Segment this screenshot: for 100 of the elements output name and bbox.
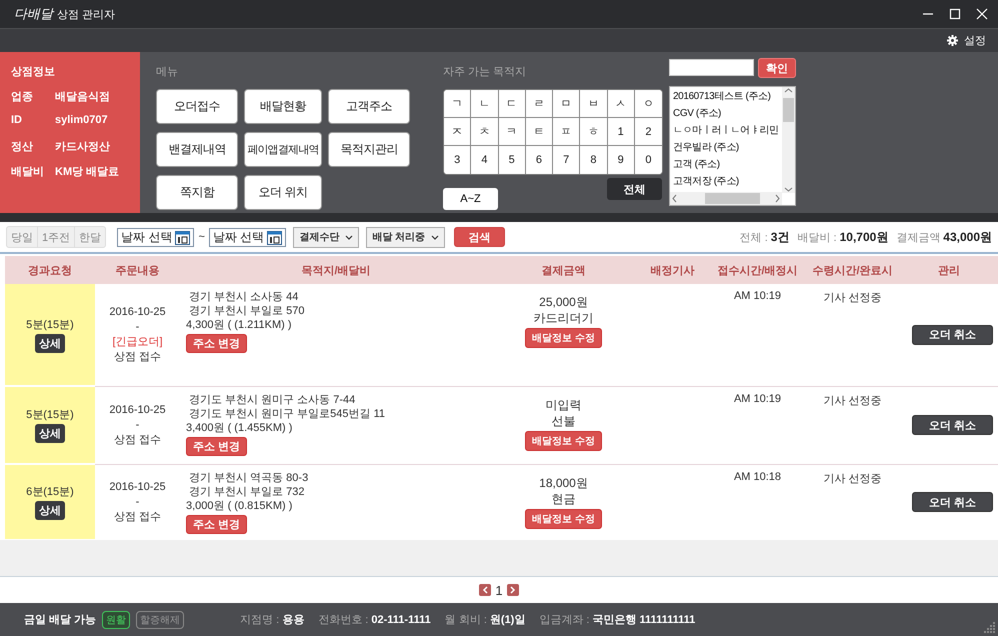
change-address-button[interactable]: 주소 변경 (186, 436, 248, 456)
menu-button[interactable]: 배달현황 (244, 89, 322, 124)
address-text: 경기 부천시 부일로 570 (189, 305, 305, 317)
status-badge[interactable]: 원활 (102, 610, 130, 628)
confirm-button[interactable]: 확인 (758, 58, 796, 78)
menu-button[interactable]: 밴결제내역 (156, 132, 238, 167)
urgent-tag: [긴급오더] (95, 334, 180, 350)
info-label: 전화번호 : (318, 614, 368, 626)
column-header: 목적지/배달비 (301, 264, 371, 276)
column-header: 배정기사 (650, 264, 694, 276)
list-item[interactable]: ㄴㅇ마ㅣ러ㅣㄴ어ㅑ리민 (673, 122, 779, 139)
edit-delivery-button[interactable]: 배달정보 수정 (525, 430, 602, 450)
order-source: 상점 접수 (112, 350, 162, 365)
chevron-right-icon (510, 586, 516, 594)
search-field[interactable] (669, 59, 754, 76)
caret-icon (431, 234, 440, 240)
amount-text: 25,000원 (539, 295, 588, 309)
app-logo: 다배달 (14, 6, 53, 23)
cancel-order-button[interactable]: 오더 취소 (912, 415, 993, 435)
range-separator: ~ (198, 231, 205, 243)
menu-button[interactable]: 목적지관리 (328, 132, 410, 167)
scroll-right-icon[interactable] (773, 194, 782, 203)
list-item[interactable]: 고객 (주소) (673, 156, 720, 173)
field-value: KM당 배달료 (55, 165, 120, 180)
change-address-button[interactable]: 주소 변경 (186, 514, 248, 534)
availability-label: 금일 배달 가능 (24, 613, 96, 627)
cancel-order-button[interactable]: 오더 취소 (912, 492, 993, 512)
key-button[interactable]: ㅅ (608, 90, 635, 118)
payment-dropdown[interactable]: 결제수단 (293, 226, 360, 248)
dash-text: - (134, 320, 140, 335)
payment-method: 현금 (552, 492, 576, 506)
settings-icon (947, 35, 958, 46)
info-value: 원(1)일 (490, 614, 526, 626)
field-value: 배달음식점 (55, 90, 111, 105)
key-button[interactable]: ㅇ (634, 90, 662, 118)
cancel-order-button[interactable]: 오더 취소 (912, 324, 993, 345)
key-button[interactable]: ㅂ (580, 90, 608, 118)
field-label: 정산 (11, 140, 34, 155)
scroll-down-icon[interactable] (784, 186, 793, 193)
field-label: 배달비 (11, 165, 45, 180)
order-source: 상점 접수 (112, 510, 162, 524)
horizontal-scrollbar[interactable] (670, 192, 782, 205)
page-number[interactable]: 1 (495, 582, 503, 598)
column-header: 주문내용 (116, 264, 160, 276)
scrollbar-thumb[interactable] (783, 98, 794, 122)
window-title: 상점 관리자 (57, 8, 116, 22)
list-item[interactable]: 건우빌라 (주소) (673, 139, 739, 156)
all-button[interactable]: 전체 (607, 178, 662, 200)
date-field[interactable]: 날짜 선택 (208, 228, 286, 246)
change-address-button[interactable]: 주소 변경 (186, 334, 248, 353)
settings-button[interactable]: 설정 (947, 33, 986, 48)
menu-button[interactable]: 오더접수 (156, 89, 238, 124)
chevron-left-icon (482, 586, 488, 594)
info-value: 용용 (282, 614, 304, 626)
edit-delivery-button[interactable]: 배달정보 수정 (525, 328, 602, 348)
scrollbar-thumb[interactable] (705, 193, 760, 204)
summary-value: 43,000원 (943, 228, 992, 246)
status-dropdown[interactable]: 배달 처리중 (366, 226, 446, 248)
detail-button[interactable]: 상세 (35, 424, 65, 443)
menu-button[interactable]: 페이앱결제내역 (244, 132, 322, 167)
fee-text: 4,300원 ( (1.211KM) ) (186, 319, 292, 331)
key-button[interactable]: ㄷ (498, 90, 526, 118)
detail-button[interactable]: 상세 (35, 501, 65, 520)
list-item[interactable]: 고객저장 (주소) (673, 173, 739, 190)
key-button[interactable]: ㄹ (526, 90, 553, 118)
key-button[interactable]: 3 (444, 146, 472, 174)
scroll-left-icon[interactable] (670, 194, 679, 203)
key-button[interactable]: ㄱ (444, 90, 472, 118)
key-button[interactable]: ㅁ (553, 90, 580, 118)
close-icon[interactable] (976, 8, 988, 20)
list-item[interactable]: 20160713테스트 (주소) (673, 88, 771, 105)
key-button[interactable]: ㅊ (471, 118, 498, 146)
panel-title: 상점정보 (11, 65, 56, 79)
next-page-button[interactable] (506, 584, 519, 596)
dash-text: - (134, 418, 140, 432)
edit-delivery-button[interactable]: 배달정보 수정 (525, 508, 602, 528)
key-button[interactable]: ㅎ (580, 118, 608, 146)
alphabet-button[interactable]: A~Z (443, 188, 498, 210)
summary-label: 결제금액 (896, 230, 940, 244)
date-field[interactable]: 날짜 선택 (117, 228, 194, 246)
key-button[interactable]: ㄴ (471, 90, 498, 118)
vertical-scrollbar[interactable] (782, 87, 795, 193)
summary-value: 3건 (770, 228, 790, 246)
key-button[interactable]: 1 (608, 118, 635, 146)
list-item[interactable]: CGV (주소) (673, 105, 721, 122)
payment-method: 카드리더기 (534, 311, 594, 325)
info-label: 입금계좌 : (539, 614, 590, 626)
key-button[interactable]: ㅋ (498, 118, 526, 146)
key-button[interactable]: ㅍ (553, 118, 580, 146)
key-button[interactable]: ㅈ (444, 118, 472, 146)
maximize-icon[interactable] (949, 8, 961, 20)
scroll-up-icon[interactable] (784, 87, 793, 94)
detail-button[interactable]: 상세 (35, 334, 65, 352)
previous-page-button[interactable] (479, 584, 492, 596)
resize-grip-icon[interactable] (982, 620, 996, 634)
menu-button[interactable]: 오더 위치 (244, 175, 322, 210)
key-button[interactable]: ㅌ (526, 118, 553, 146)
search-button[interactable]: 검색 (454, 227, 506, 247)
menu-button[interactable]: 쪽지함 (156, 175, 238, 210)
menu-button[interactable]: 고객주소 (328, 89, 410, 124)
